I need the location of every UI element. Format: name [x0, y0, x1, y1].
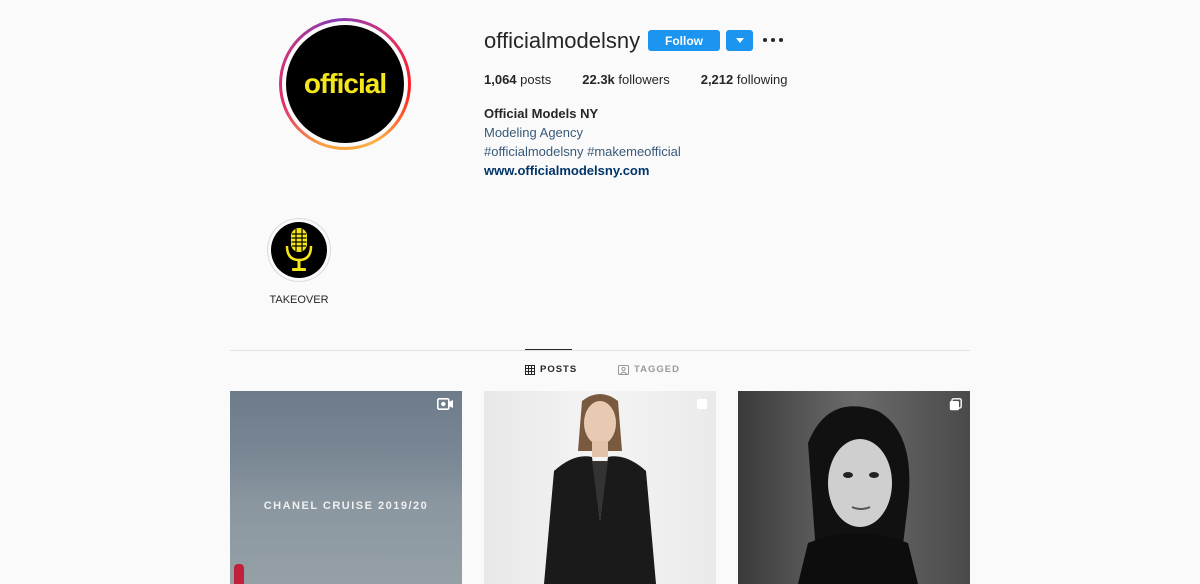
avatar-logo-text: official: [303, 68, 387, 99]
stat-label: posts: [520, 72, 552, 87]
more-dot-icon: [771, 38, 775, 42]
multi-image-icon: [949, 398, 962, 411]
highlight-cover[interactable]: [267, 218, 331, 282]
profile-bio: Official Models NY Modeling Agency #offi…: [484, 104, 681, 180]
post-thumbnail[interactable]: CHANEL CRUISE 2019/20: [230, 391, 462, 584]
active-tab-indicator: [525, 349, 572, 350]
profile-username: officialmodelsny: [484, 28, 641, 53]
suggested-dropdown-button[interactable]: [726, 30, 753, 51]
more-dot-icon: [763, 38, 767, 42]
stat-value: 2,212: [700, 72, 734, 87]
fire-extinguisher-image: [234, 564, 244, 584]
profile-website-link[interactable]: www.officialmodelsny.com: [484, 161, 681, 180]
tab-label: POSTS: [540, 364, 578, 375]
tagged-icon: [618, 364, 629, 375]
follow-button[interactable]: Follow: [648, 30, 720, 51]
tab-label: TAGGED: [634, 364, 680, 375]
posts-count: 1,064 posts: [484, 72, 551, 87]
microphone-icon: [285, 228, 313, 271]
tab-tagged[interactable]: TAGGED: [618, 364, 680, 375]
model-photo: [544, 394, 656, 584]
stat-label: following: [736, 72, 788, 87]
story-highlight[interactable]: TAKEOVER: [266, 218, 332, 306]
multi-image-icon: [697, 399, 707, 409]
following-link[interactable]: 2,212 following: [701, 72, 788, 87]
tab-posts[interactable]: POSTS: [525, 364, 577, 375]
followers-link[interactable]: 22.3k followers: [582, 72, 669, 87]
post-thumbnail[interactable]: [738, 391, 970, 584]
section-divider: [230, 350, 970, 351]
more-options-button[interactable]: [763, 32, 783, 48]
profile-stats: 1,064 posts 22.3k followers 2,212 follow…: [484, 72, 818, 87]
stat-value: 1,064: [484, 72, 517, 87]
profile-avatar[interactable]: official: [279, 18, 411, 150]
stat-label: followers: [618, 72, 670, 87]
more-dot-icon: [779, 38, 783, 42]
post-caption: CHANEL CRUISE 2019/20: [263, 500, 429, 512]
profile-hashtags[interactable]: #officialmodelsny #makemeofficial: [484, 142, 681, 161]
profile-full-name: Official Models NY: [484, 106, 599, 121]
stat-value: 22.3k: [582, 72, 615, 87]
post-thumbnail[interactable]: [484, 391, 716, 584]
profile-category: Modeling Agency: [484, 125, 584, 140]
chevron-down-icon: [735, 38, 744, 43]
highlight-label: TAKEOVER: [269, 294, 329, 306]
grid-icon: [525, 364, 535, 375]
igtv-icon: [437, 398, 453, 410]
portrait-photo: [798, 406, 918, 584]
